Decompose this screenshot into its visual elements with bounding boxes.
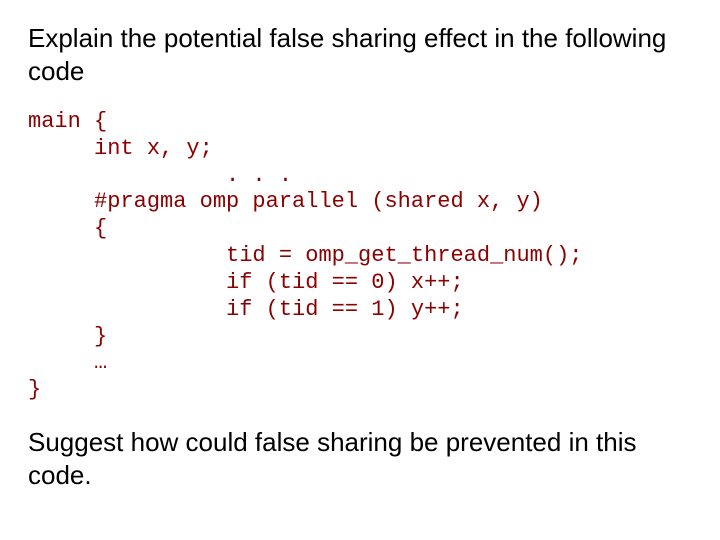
slide-page: Explain the potential false sharing effe… xyxy=(0,0,720,540)
code-line: if (tid == 0) x++; xyxy=(28,270,464,295)
code-line: . . . xyxy=(28,163,292,188)
code-line: int x, y; xyxy=(28,136,213,161)
code-line: } xyxy=(28,324,107,349)
code-line: #pragma omp parallel (shared x, y) xyxy=(28,189,543,214)
prompt-text: Explain the potential false sharing effe… xyxy=(28,22,692,87)
code-line: tid = omp_get_thread_num(); xyxy=(28,243,583,268)
question-text: Suggest how could false sharing be preve… xyxy=(28,426,692,491)
code-line: main { xyxy=(28,109,107,134)
code-block: main { int x, y; . . . #pragma omp paral… xyxy=(28,109,692,404)
code-line: if (tid == 1) y++; xyxy=(28,297,464,322)
code-line: } xyxy=(28,377,41,402)
code-line: { xyxy=(28,216,107,241)
code-line: … xyxy=(28,350,107,375)
